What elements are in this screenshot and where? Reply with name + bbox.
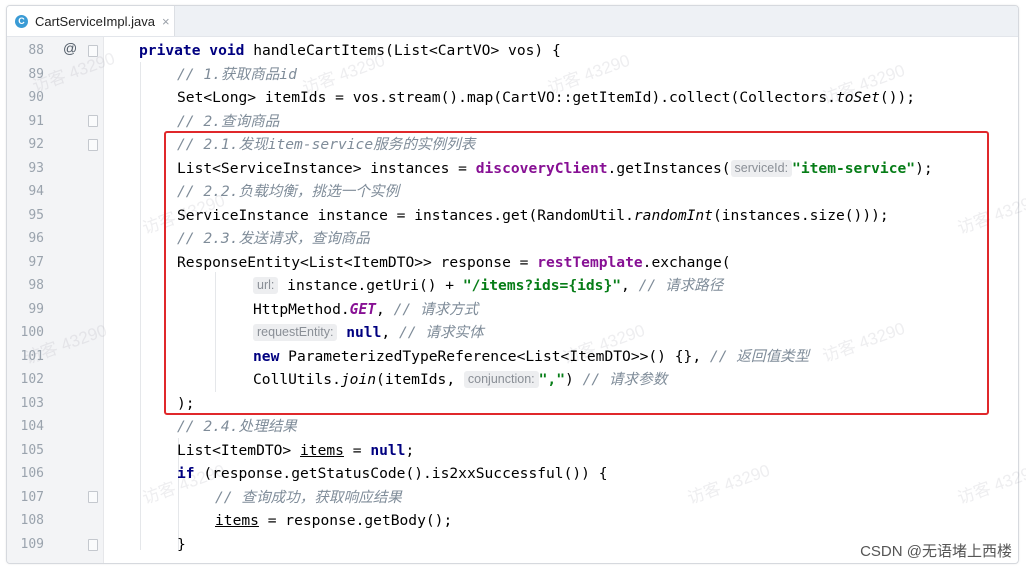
token: toSet (835, 89, 880, 106)
code-line[interactable]: // 2.4.处理结果 (177, 415, 297, 438)
token: (response.getStatusCode().is2xxSuccessfu… (203, 465, 608, 482)
token: items (215, 512, 259, 529)
highlight-box (164, 131, 989, 415)
token: items (300, 442, 344, 459)
code-line[interactable]: Set<Long> itemIds = vos.stream().map(Car… (177, 86, 915, 109)
line-number: 100 (20, 325, 44, 340)
line-number: 88 (28, 43, 44, 58)
token: = response.getBody(); (258, 512, 453, 529)
indent-guide (140, 62, 141, 550)
fold-icon[interactable] (88, 491, 98, 503)
code-line[interactable]: // 查询成功，获取响应结果 (215, 486, 402, 509)
line-number: 101 (20, 349, 44, 364)
line-number: 97 (28, 255, 44, 270)
token: ; (405, 442, 415, 459)
line-number: 108 (20, 513, 44, 528)
line-number: 103 (20, 396, 44, 411)
override-gutter-icon[interactable]: @ (63, 40, 77, 56)
token: if (177, 465, 204, 482)
line-number: 89 (28, 67, 44, 82)
line-number: 91 (28, 114, 44, 129)
line-number: 106 (20, 466, 44, 481)
token: handleCartItems(List<CartVO> vos) { (253, 42, 561, 59)
tab-cartserviceimpl[interactable]: C CartServiceImpl.java × (7, 6, 175, 36)
token: } (177, 536, 186, 553)
comment: // 2.查询商品 (177, 113, 280, 130)
token: Set<Long> itemIds = vos.stream().map(Car… (177, 89, 836, 106)
line-number: 104 (20, 419, 44, 434)
code-line[interactable]: if (response.getStatusCode().is2xxSucces… (177, 462, 608, 485)
line-number: 107 (20, 490, 44, 505)
close-icon[interactable]: × (162, 14, 170, 29)
line-number: 102 (20, 372, 44, 387)
fold-icon[interactable] (88, 115, 98, 127)
line-number: 90 (28, 90, 44, 105)
line-number: 109 (20, 537, 44, 552)
tab-bar: C CartServiceImpl.java × (7, 6, 1018, 37)
line-number: 105 (20, 443, 44, 458)
tab-title: CartServiceImpl.java (35, 13, 155, 29)
line-number: 92 (28, 137, 44, 152)
comment: // 2.4.处理结果 (177, 418, 297, 435)
token: List<ItemDTO> (177, 442, 301, 459)
fold-icon[interactable] (88, 45, 98, 57)
code-line[interactable]: // 1.获取商品id (177, 63, 297, 86)
comment: // 1.获取商品id (177, 66, 297, 83)
watermark-credit: CSDN @无语堵上西楼 (860, 543, 1012, 560)
line-number: 99 (28, 302, 44, 317)
line-number: 93 (28, 161, 44, 176)
fold-icon[interactable] (88, 539, 98, 551)
token: ()); (879, 89, 916, 106)
comment: // 查询成功，获取响应结果 (215, 489, 402, 506)
token: null (370, 442, 406, 459)
fold-icon[interactable] (88, 139, 98, 151)
code-line[interactable]: } (177, 533, 186, 556)
code-line[interactable]: // 2.查询商品 (177, 110, 279, 133)
line-number: 95 (28, 208, 44, 223)
token: private void (139, 42, 254, 59)
line-number: 98 (28, 278, 44, 293)
line-number: 94 (28, 184, 44, 199)
code-line[interactable]: items = response.getBody(); (215, 509, 452, 532)
gutter-divider (103, 37, 104, 563)
line-number: 96 (28, 231, 44, 246)
token: = (343, 442, 371, 459)
java-class-icon: C (15, 14, 28, 28)
code-line[interactable]: List<ItemDTO> items = null; (177, 439, 414, 462)
code-line[interactable]: private void handleCartItems(List<CartVO… (139, 39, 561, 62)
